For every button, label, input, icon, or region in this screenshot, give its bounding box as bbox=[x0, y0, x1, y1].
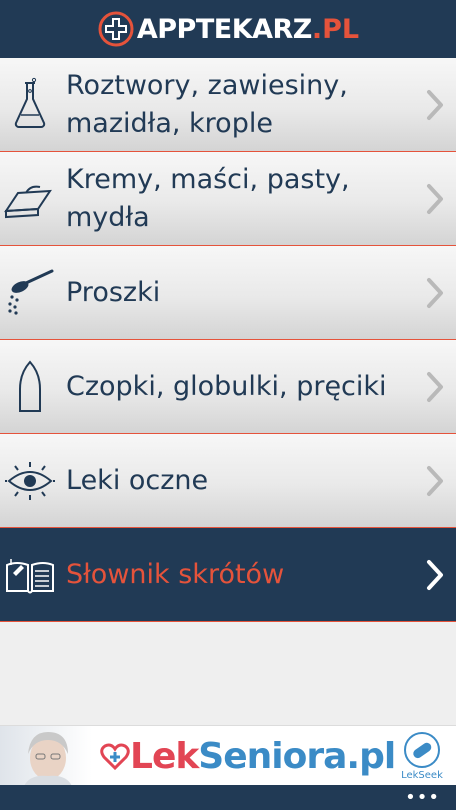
more-options-icon[interactable]: ••• bbox=[405, 787, 440, 808]
app-bar: ••• bbox=[0, 785, 456, 810]
ad-brand-domain: .pl bbox=[346, 735, 396, 777]
suppository-icon bbox=[2, 340, 58, 434]
logo-cross-icon bbox=[98, 11, 134, 47]
label-line-1: Kremy, maści, pasty, bbox=[66, 163, 350, 195]
partner-logo: LekSeek bbox=[394, 728, 450, 784]
chevron-right-icon bbox=[427, 89, 443, 120]
ad-person-image bbox=[0, 726, 92, 786]
logo-text: APPTEKARZ bbox=[136, 13, 313, 45]
label-line-1: Czopki, globulki, pręciki bbox=[66, 370, 387, 402]
heart-cross-icon bbox=[100, 743, 130, 771]
label-line-2: mydła bbox=[66, 201, 150, 233]
menu-item-label: Słownik skrótów bbox=[58, 556, 456, 594]
label-line-1: Proszki bbox=[66, 276, 161, 308]
category-menu: Roztwory, zawiesiny, mazidła, krople Kre… bbox=[0, 58, 456, 622]
app-header: APPTEKARZ .PL bbox=[0, 0, 456, 58]
menu-item-label: Czopki, globulki, pręciki bbox=[58, 368, 456, 406]
menu-item-eye-drugs[interactable]: Leki oczne bbox=[0, 434, 456, 528]
ad-brand: Lek Seniora .pl bbox=[100, 735, 396, 777]
menu-item-abbreviations[interactable]: Słownik skrótów bbox=[0, 528, 456, 622]
menu-item-solutions[interactable]: Roztwory, zawiesiny, mazidła, krople bbox=[0, 58, 456, 152]
capsule-icon bbox=[404, 732, 440, 768]
ad-brand-lek: Lek bbox=[130, 735, 199, 777]
menu-item-label: Roztwory, zawiesiny, mazidła, krople bbox=[58, 67, 456, 143]
eye-icon bbox=[2, 434, 58, 528]
chevron-right-icon bbox=[427, 183, 443, 214]
powder-spoon-icon bbox=[2, 246, 58, 340]
book-icon bbox=[2, 528, 58, 622]
menu-item-creams[interactable]: Kremy, maści, pasty, mydła bbox=[0, 152, 456, 246]
menu-item-label: Kremy, maści, pasty, mydła bbox=[58, 161, 456, 237]
label-line-1: Słownik skrótów bbox=[66, 558, 285, 590]
chevron-right-icon bbox=[427, 559, 443, 590]
menu-item-label: Proszki bbox=[58, 274, 456, 312]
label-line-1: Leki oczne bbox=[66, 464, 209, 496]
menu-item-powders[interactable]: Proszki bbox=[0, 246, 456, 340]
partner-name: LekSeek bbox=[401, 770, 443, 781]
ad-brand-seniora: Seniora bbox=[198, 735, 347, 777]
ad-banner[interactable]: Lek Seniora .pl LekSeek bbox=[0, 725, 456, 786]
label-line-1: Roztwory, zawiesiny, bbox=[66, 69, 348, 101]
chevron-right-icon bbox=[427, 277, 443, 308]
chevron-right-icon bbox=[427, 465, 443, 496]
app-logo: APPTEKARZ .PL bbox=[97, 10, 359, 48]
menu-item-suppositories[interactable]: Czopki, globulki, pręciki bbox=[0, 340, 456, 434]
chevron-right-icon bbox=[427, 371, 443, 402]
flask-icon bbox=[2, 58, 58, 152]
ointment-jar-icon bbox=[2, 152, 58, 246]
logo-domain: .PL bbox=[311, 13, 360, 45]
menu-item-label: Leki oczne bbox=[58, 462, 456, 500]
label-line-2: mazidła, krople bbox=[66, 107, 273, 139]
